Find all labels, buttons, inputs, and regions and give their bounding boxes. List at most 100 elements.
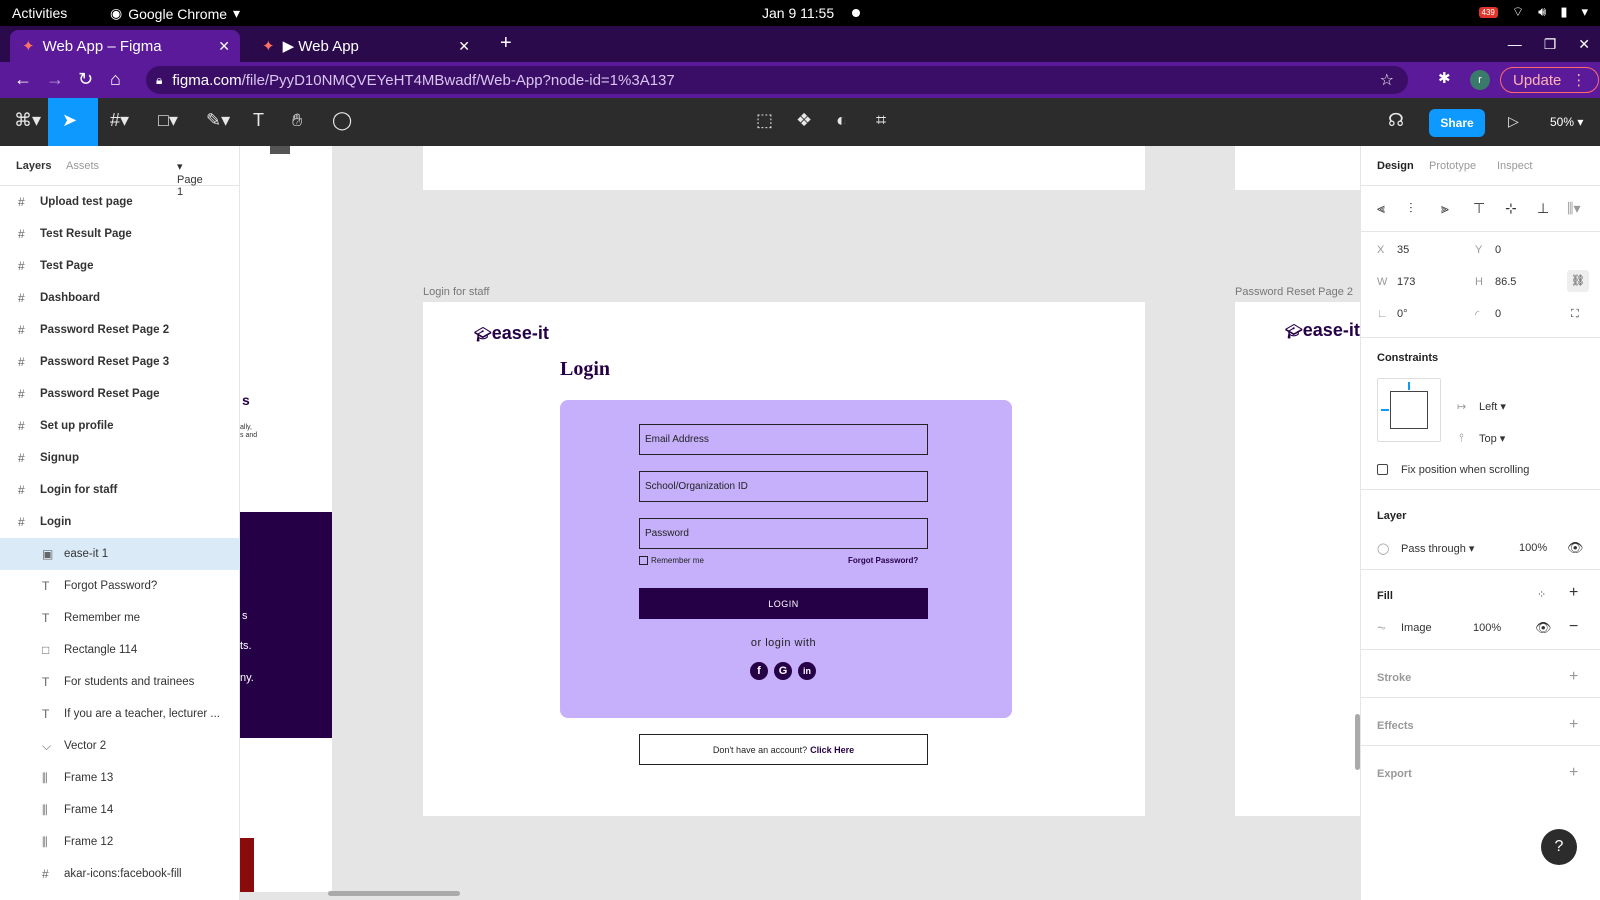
frame-above-right[interactable] <box>1235 146 1360 190</box>
fill-opacity-input[interactable]: 100% <box>1473 622 1501 634</box>
email-field[interactable]: Email Address <box>639 424 928 455</box>
tab-web-app[interactable]: ✦ ▶ Web App ✕ <box>250 30 480 62</box>
fill-type[interactable]: Image <box>1401 622 1432 634</box>
mask-icon[interactable]: ◐ <box>836 110 847 131</box>
login-for-staff-frame[interactable]: 🎓︎ease-it Login Email Address School/Org… <box>423 302 1145 816</box>
component-icon[interactable]: ❖ <box>796 110 812 131</box>
clock[interactable]: Jan 9 11:55 <box>762 5 834 21</box>
layer-item[interactable]: ▣ ease-it 1 <box>0 538 240 570</box>
align-center-h-icon[interactable]: ⫶ <box>1409 200 1413 217</box>
profile-avatar[interactable]: r <box>1470 70 1490 90</box>
layer-item[interactable]: ⫼ Frame 14 <box>0 794 240 826</box>
layer-item[interactable]: # Dashboard <box>0 282 240 314</box>
bookmark-star-icon[interactable]: ☆ <box>1380 70 1394 90</box>
layer-item[interactable]: # akar-icons:facebook-fill <box>0 858 240 890</box>
layer-item[interactable]: # Upload test page <box>0 186 240 218</box>
facebook-icon[interactable]: f <box>750 662 768 680</box>
layer-item[interactable]: # Test Page <box>0 250 240 282</box>
login-button[interactable]: LOGIN <box>639 588 928 619</box>
layer-item[interactable]: T Forgot Password? <box>0 570 240 602</box>
layer-item[interactable]: # Password Reset Page 3 <box>0 346 240 378</box>
add-export-icon[interactable]: + <box>1569 764 1578 782</box>
horizontal-constraint-dropdown[interactable]: Left ▾ <box>1479 400 1506 413</box>
shape-tool-icon[interactable]: □▾ <box>158 110 178 131</box>
tab-assets[interactable]: Assets <box>66 160 99 172</box>
add-fill-icon[interactable]: + <box>1569 584 1578 602</box>
layer-item[interactable]: ⫼ Frame 12 <box>0 826 240 858</box>
restore-icon[interactable]: ❐ <box>1544 36 1557 53</box>
google-icon[interactable]: G <box>774 662 792 680</box>
align-center-v-icon[interactable]: ⊹ <box>1505 200 1517 217</box>
app-menu[interactable]: ◉ Google Chrome ▾ <box>110 5 240 22</box>
tab-prototype[interactable]: Prototype <box>1429 160 1476 172</box>
layer-item[interactable]: □ Rectangle 114 <box>0 634 240 666</box>
url-field[interactable]: 🔒︎ figma.com/file/PyyD10NMQVEYeHT4MBwadf… <box>146 66 1408 94</box>
new-tab-icon[interactable]: + <box>500 32 512 55</box>
figma-canvas[interactable]: s ally, s and s ts. ny. Login for staff … <box>240 146 1360 900</box>
update-button[interactable]: Update ⋮ <box>1500 67 1600 93</box>
layer-item[interactable]: # Login <box>0 506 240 538</box>
move-tool[interactable]: ➤ <box>48 98 98 146</box>
layer-item[interactable]: ⌵ Vector 2 <box>0 730 240 762</box>
styles-grid-icon[interactable]: ⁘ <box>1537 588 1546 601</box>
share-button[interactable]: Share <box>1429 109 1485 137</box>
tab-design[interactable]: Design <box>1377 160 1414 172</box>
activities-button[interactable]: Activities <box>12 5 67 21</box>
reload-icon[interactable]: ↻ <box>78 69 93 90</box>
forward-icon[interactable]: → <box>46 69 64 90</box>
layer-item[interactable]: # Test Result Page <box>0 218 240 250</box>
layer-item[interactable]: # Set up profile <box>0 410 240 442</box>
zoom-dropdown[interactable]: 50% ▾ <box>1550 115 1583 129</box>
constrain-proportions-icon[interactable]: ⛓︎ <box>1567 270 1589 292</box>
fix-position-checkbox[interactable] <box>1377 464 1388 475</box>
x-input[interactable]: 35 <box>1397 244 1409 256</box>
linkedin-icon[interactable]: in <box>798 662 816 680</box>
figma-menu-icon[interactable]: ⌘▾ <box>14 110 41 131</box>
constraints-widget[interactable] <box>1377 378 1441 442</box>
frame-above[interactable] <box>423 146 1145 190</box>
w-input[interactable]: 173 <box>1397 276 1415 288</box>
radius-input[interactable]: 0 <box>1495 308 1501 320</box>
layer-item[interactable]: # Password Reset Page <box>0 378 240 410</box>
remember-me-checkbox[interactable] <box>639 556 648 565</box>
y-input[interactable]: 0 <box>1495 244 1501 256</box>
headphones-icon[interactable]: ☊ <box>1388 110 1404 131</box>
layer-item[interactable]: T For students and trainees <box>0 666 240 698</box>
frame-label-password-reset-2[interactable]: Password Reset Page 2 <box>1235 286 1353 298</box>
layer-item[interactable]: # Signup <box>0 442 240 474</box>
eye-icon[interactable]: 👁︎ <box>1567 540 1584 556</box>
password-reset-page-2-frame[interactable]: 🎓︎ease-it <box>1235 302 1360 816</box>
rotation-input[interactable]: 0° <box>1397 308 1408 320</box>
vertical-constraint-dropdown[interactable]: Top ▾ <box>1479 432 1505 445</box>
add-stroke-icon[interactable]: + <box>1569 668 1578 686</box>
hand-tool-icon[interactable]: ✋︎ <box>292 110 302 131</box>
signup-prompt-box[interactable]: Don't have an account? Click Here <box>639 734 928 765</box>
system-tray[interactable]: 439 ⌔ 🔊︎ ▮ ▾ <box>1478 4 1588 20</box>
frame-label-login-staff[interactable]: Login for staff <box>423 286 489 298</box>
align-right-icon[interactable]: ⫸ <box>1441 200 1449 217</box>
present-play-icon[interactable]: ▷ <box>1508 113 1519 130</box>
independent-corners-icon[interactable]: ⛶ <box>1571 308 1579 321</box>
pen-tool-icon[interactable]: ✎▾ <box>206 110 230 131</box>
layer-item[interactable]: T If you are a teacher, lecturer ... <box>0 698 240 730</box>
align-top-icon[interactable]: ⊤ <box>1473 200 1485 217</box>
distribute-icon[interactable]: ⫼▾ <box>1567 200 1580 217</box>
comment-tool-icon[interactable]: ◯ <box>332 110 352 131</box>
layer-item[interactable]: ⫼ Frame 13 <box>0 762 240 794</box>
extensions-icon[interactable]: ✱ <box>1438 69 1451 87</box>
password-field[interactable]: Password <box>639 518 928 549</box>
organization-id-field[interactable]: School/Organization ID <box>639 471 928 502</box>
tab-layers[interactable]: Layers <box>16 160 51 172</box>
text-tool-icon[interactable]: T <box>253 110 264 131</box>
minimize-icon[interactable]: — <box>1508 36 1522 53</box>
close-tab-icon[interactable]: ✕ <box>218 38 230 55</box>
tab-figma[interactable]: ✦ Web App – Figma ✕ <box>10 30 240 62</box>
back-icon[interactable]: ← <box>14 69 32 90</box>
tab-inspect[interactable]: Inspect <box>1497 160 1532 172</box>
add-effect-icon[interactable]: + <box>1569 716 1578 734</box>
layer-item[interactable]: # Login for staff <box>0 474 240 506</box>
remember-me[interactable]: Remember me <box>639 556 704 565</box>
crop-icon[interactable]: ⌗ <box>876 110 886 131</box>
home-icon[interactable]: ⌂ <box>110 69 121 90</box>
close-window-icon[interactable]: ✕ <box>1578 36 1590 53</box>
